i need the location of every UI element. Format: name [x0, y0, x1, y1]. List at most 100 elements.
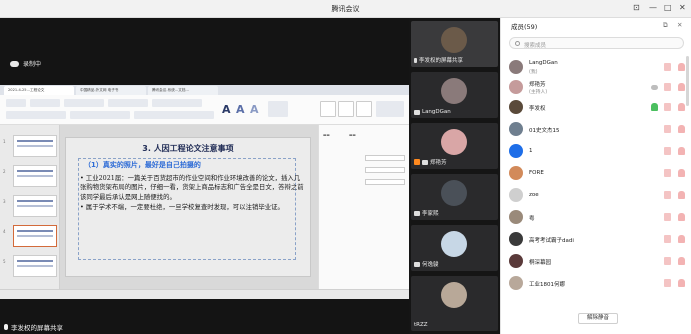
- slide-thumbnail[interactable]: [13, 195, 57, 217]
- slide-thumbnail[interactable]: [13, 135, 57, 157]
- mic-off-icon[interactable]: [678, 191, 685, 199]
- video-tile[interactable]: 李家熙: [411, 174, 498, 220]
- mic-off-icon[interactable]: [678, 63, 685, 71]
- member-row[interactable]: zoe: [501, 186, 691, 204]
- camera-off-icon[interactable]: [664, 83, 671, 91]
- mic-off-icon[interactable]: [678, 279, 685, 287]
- avatar: [509, 188, 523, 202]
- text-style-a[interactable]: A: [222, 103, 231, 116]
- tile-name-text: LangDGan: [422, 109, 451, 115]
- member-row[interactable]: 粤: [501, 208, 691, 226]
- mic-off-icon[interactable]: [678, 213, 685, 221]
- style-swatch[interactable]: [338, 101, 354, 117]
- member-name: 李发权: [529, 106, 546, 112]
- member-row[interactable]: 1: [501, 142, 691, 160]
- ribbon-button[interactable]: [268, 101, 288, 117]
- member-name: LangDGan: [529, 60, 558, 66]
- members-header: 成员(59) ⧉ ✕: [501, 18, 691, 32]
- camera-off-icon[interactable]: [664, 169, 671, 177]
- mic-off-icon[interactable]: [678, 257, 685, 265]
- maximize-icon[interactable]: □: [664, 3, 672, 13]
- ribbon-button[interactable]: [64, 99, 104, 107]
- mic-off-icon[interactable]: [678, 125, 685, 133]
- panel-tab[interactable]: ▬▬: [323, 133, 330, 137]
- camera-off-icon[interactable]: [664, 257, 671, 265]
- popout-icon[interactable]: ⧉: [663, 21, 668, 30]
- slide-thumbnail-active[interactable]: [13, 225, 57, 247]
- video-tile[interactable]: 郑艳芳: [411, 123, 498, 169]
- text-style-a[interactable]: A: [250, 103, 259, 116]
- text-style-a[interactable]: A: [236, 103, 245, 116]
- ribbon-button[interactable]: [376, 101, 404, 117]
- members-scrollbar[interactable]: [686, 56, 689, 106]
- member-row[interactable]: 工业1801何娜: [501, 274, 691, 292]
- ribbon-button[interactable]: [134, 111, 214, 119]
- search-input[interactable]: 搜索成员: [524, 41, 546, 49]
- ribbon-button[interactable]: [6, 99, 26, 107]
- ribbon-button[interactable]: [70, 111, 130, 119]
- screen-share-area: 录制中 2021-4-25...工程论文 中国精品-外文网 电子书 腾讯会议-系…: [0, 18, 409, 334]
- member-row[interactable]: FORE: [501, 164, 691, 182]
- mic-on-icon[interactable]: [651, 103, 658, 111]
- avatar: [441, 231, 467, 257]
- view-icon[interactable]: [651, 84, 658, 90]
- panel-row: [323, 179, 405, 186]
- thumb-number: 1: [3, 139, 6, 144]
- tencent-meeting-window: 腾讯会议 ⊡ — □ ✕ 录制中 2021-4-25...工程论文 中国精品-外…: [0, 0, 691, 334]
- mic-off-icon[interactable]: [678, 83, 685, 91]
- video-tile[interactable]: tRZZ: [411, 276, 498, 331]
- ribbon-button[interactable]: [152, 99, 202, 107]
- slide-thumbnail[interactable]: [13, 165, 57, 187]
- slide[interactable]: 3. 人因工程论文注意事项 （1）真实的照片，最好是自己拍摄的 • 工业2021…: [65, 137, 311, 277]
- camera-off-icon[interactable]: [664, 63, 671, 71]
- member-row[interactable]: 高考考试霸子dadi: [501, 230, 691, 248]
- member-name: 郑艳芳: [529, 82, 546, 88]
- mic-off-icon[interactable]: [678, 169, 685, 177]
- ppt-tab[interactable]: 腾讯会议-系统...文档...: [148, 86, 218, 95]
- panel-field[interactable]: [365, 179, 405, 185]
- close-icon[interactable]: ✕: [679, 3, 686, 13]
- ribbon-button[interactable]: [6, 111, 66, 119]
- video-tile[interactable]: LangDGan: [411, 72, 498, 118]
- panel-tab[interactable]: ▬▬: [349, 133, 356, 137]
- camera-off-icon[interactable]: [664, 191, 671, 199]
- thumb-number: 2: [3, 169, 6, 174]
- mic-off-icon[interactable]: [678, 235, 685, 243]
- ppt-tab[interactable]: 2021-4-25...工程论文: [4, 86, 74, 95]
- camera-off-icon[interactable]: [664, 147, 671, 155]
- camera-off-icon[interactable]: [664, 279, 671, 287]
- ribbon-button[interactable]: [30, 99, 60, 107]
- camera-off-icon[interactable]: [664, 235, 671, 243]
- mic-icon: [4, 324, 8, 330]
- title-bar: 腾讯会议 ⊡ — □ ✕: [0, 0, 691, 18]
- camera-off-icon[interactable]: [664, 125, 671, 133]
- video-tile[interactable]: 李发权的屏幕共享: [411, 21, 498, 67]
- ribbon-button[interactable]: [108, 99, 148, 107]
- mic-off-icon[interactable]: [678, 147, 685, 155]
- camera-off-icon[interactable]: [664, 213, 671, 221]
- panel-field[interactable]: [365, 167, 405, 173]
- mic-muted-icon: [422, 159, 428, 165]
- member-row[interactable]: 李发权: [501, 98, 691, 116]
- tile-name-text: 郑艳芳: [430, 160, 447, 166]
- unmute-all-button[interactable]: 解除静音: [578, 313, 618, 324]
- close-icon[interactable]: ✕: [677, 21, 682, 29]
- style-swatch[interactable]: [356, 101, 372, 117]
- minimize-icon[interactable]: —: [649, 3, 657, 13]
- member-row[interactable]: 01史文杰15: [501, 120, 691, 138]
- slide-thumbnail[interactable]: [13, 255, 57, 277]
- member-row[interactable]: 郑艳芳 (主持人): [501, 78, 691, 96]
- member-name: 桐深幕园: [529, 260, 552, 266]
- member-row[interactable]: LangDGan (我): [501, 58, 691, 76]
- ppt-tab[interactable]: 中国精品-外文网 电子书: [76, 86, 146, 95]
- recording-indicator[interactable]: 录制中: [10, 59, 41, 68]
- pin-icon[interactable]: ⊡: [633, 3, 640, 13]
- mic-off-icon[interactable]: [678, 103, 685, 111]
- member-search[interactable]: 搜索成员: [509, 37, 684, 49]
- style-swatch[interactable]: [320, 101, 336, 117]
- camera-off-icon[interactable]: [664, 103, 671, 111]
- member-row[interactable]: 桐深幕园: [501, 252, 691, 270]
- member-name: 01史文杰15: [529, 128, 560, 134]
- video-tile[interactable]: 何逸骏: [411, 225, 498, 271]
- panel-field[interactable]: [365, 155, 405, 161]
